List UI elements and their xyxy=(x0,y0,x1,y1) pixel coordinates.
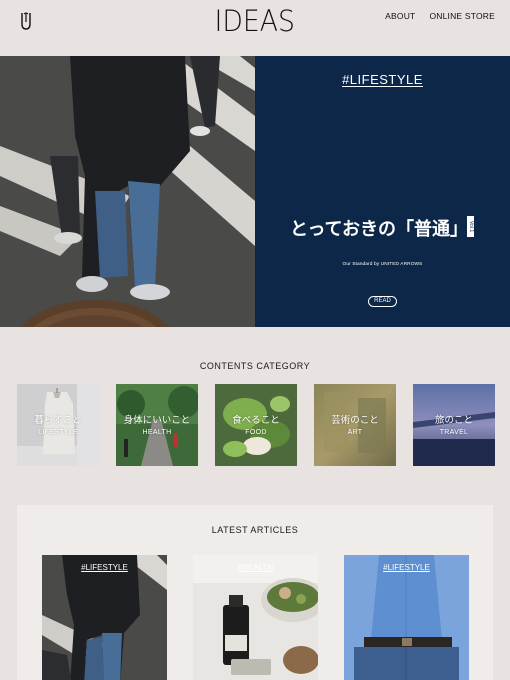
category-heading: CONTENTS CATEGORY xyxy=(199,361,311,371)
category-tile-food[interactable]: 食べること FOOD xyxy=(215,384,297,466)
hero-banner[interactable]: #LIFESTYLE とっておきの「普通」 Vol.1 Our Standard… xyxy=(0,56,510,327)
category-jp-label: 暮らすこと xyxy=(34,415,82,426)
nav-online-store-link[interactable]: ONLINE STORE xyxy=(429,11,495,21)
article-list: #LIFESTYLE #HEALTH #LIFESTYLE xyxy=(42,555,469,680)
latest-articles-section: LATEST ARTICLES #LIFESTYLE #HEALTH #LIFE… xyxy=(17,505,493,680)
article-card[interactable]: #LIFESTYLE xyxy=(42,555,167,680)
category-en-label: FOOD xyxy=(245,429,267,436)
hero-volume-badge: Vol.1 xyxy=(467,216,474,237)
article-category-tag[interactable]: #LIFESTYLE xyxy=(344,563,469,572)
nav-about-link[interactable]: ABOUT xyxy=(385,11,415,21)
article-category-tag[interactable]: #HEALTH xyxy=(193,563,318,572)
category-tile-art[interactable]: 芸術のこと ART xyxy=(314,384,396,466)
hero-read-button[interactable]: READ xyxy=(368,296,397,307)
category-en-label: ART xyxy=(347,429,363,436)
hero-subtitle: Our Standard by UNITED ARROWS xyxy=(342,262,423,267)
article-card[interactable]: #HEALTH xyxy=(193,555,318,680)
category-jp-label: 旅のこと xyxy=(434,415,473,426)
top-nav: ABOUT ONLINE STORE xyxy=(385,11,495,21)
hero-photo xyxy=(0,56,255,327)
hero-category-tag[interactable]: #LIFESTYLE xyxy=(255,72,510,87)
hero-text-panel: #LIFESTYLE とっておきの「普通」 Vol.1 Our Standard… xyxy=(255,56,510,327)
category-en-label: HEALTH xyxy=(142,429,172,436)
brand-logo[interactable]: IDEAS xyxy=(0,4,510,38)
latest-heading: LATEST ARTICLES xyxy=(211,525,299,535)
category-en-label: TRAVEL xyxy=(439,429,469,436)
category-en-label: LIFESTYLE xyxy=(38,429,78,436)
category-tile-travel[interactable]: 旅のこと TRAVEL xyxy=(413,384,495,466)
category-jp-label: 食べること xyxy=(232,415,280,426)
category-tile-lifestyle[interactable]: 暮らすこと LIFESTYLE xyxy=(17,384,99,466)
category-jp-label: 身体にいいこと xyxy=(123,415,191,426)
category-list: 暮らすこと LIFESTYLE 身体にいいこと HEALTH 食べること FOO… xyxy=(17,384,495,466)
brand-text: IDEAS xyxy=(214,4,296,38)
category-jp-label: 芸術のこと xyxy=(331,415,379,426)
category-tile-health[interactable]: 身体にいいこと HEALTH xyxy=(116,384,198,466)
article-category-tag[interactable]: #LIFESTYLE xyxy=(42,563,167,572)
article-card[interactable]: #LIFESTYLE xyxy=(344,555,469,680)
hero-title: とっておきの「普通」 xyxy=(290,219,469,240)
site-header: IDEAS ABOUT ONLINE STORE xyxy=(0,0,510,56)
